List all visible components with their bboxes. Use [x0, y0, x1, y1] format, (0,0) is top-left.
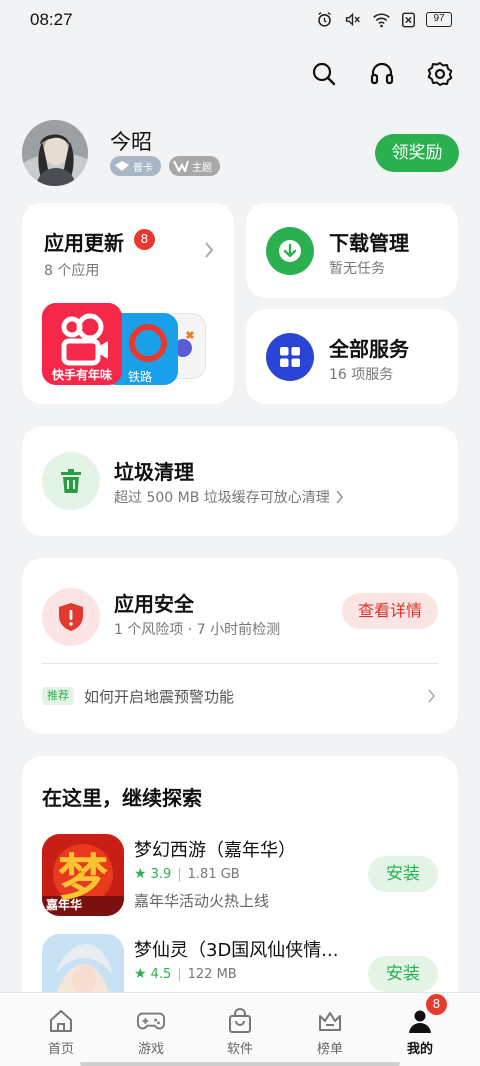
services-subtitle: 16 项服务: [329, 367, 394, 383]
mute-icon: [343, 11, 362, 28]
grid-icon: [266, 333, 314, 381]
membership-label: 普卡: [133, 162, 153, 174]
avatar[interactable]: [22, 120, 88, 186]
download-manager-card[interactable]: 下载管理 暂无任务: [246, 203, 458, 298]
nav-label: 我的: [406, 1042, 433, 1057]
nav-item-games[interactable]: 游戏: [103, 993, 199, 1066]
railway-label: 铁路: [128, 370, 153, 384]
nav-label: 软件: [226, 1042, 253, 1057]
nav-label: 榜单: [316, 1042, 343, 1057]
chevron-right-icon: [428, 688, 436, 707]
cleanup-card[interactable]: 垃圾清理 超过 500 MB 垃圾缓存可放心清理: [22, 426, 458, 536]
nav-item-rankings[interactable]: 榜单: [282, 993, 378, 1066]
search-icon[interactable]: [310, 60, 338, 88]
nav-badge: 8: [426, 994, 447, 1015]
security-title: 应用安全: [114, 592, 194, 616]
install-button[interactable]: 安装: [368, 956, 438, 992]
update-app-stack: 铁路 快手有年味: [42, 303, 206, 388]
badges: 普卡 主题: [110, 156, 220, 176]
star-icon: ★: [134, 966, 147, 982]
nav-item-mine[interactable]: 8 我的: [372, 993, 468, 1066]
game-name: 梦幻西游（嘉年华）: [134, 840, 296, 861]
sim-off-icon: [401, 12, 416, 28]
game-icon-caption: 嘉年华: [46, 898, 83, 912]
top-actions: [310, 60, 454, 88]
recommend-text: 如何开启地震预警功能: [84, 688, 235, 706]
membership-badge[interactable]: 普卡: [110, 156, 161, 176]
trash-icon: [42, 452, 100, 510]
bag-icon: [226, 1007, 254, 1035]
game-size: 122 MB: [187, 966, 237, 982]
nav-item-home[interactable]: 首页: [13, 993, 109, 1066]
star-icon: ★: [134, 866, 147, 882]
app-update-subtitle: 8 个应用: [44, 263, 100, 279]
game-description: 嘉年华活动火热上线: [134, 892, 270, 910]
cleanup-subtitle-row: 超过 500 MB 垃圾缓存可放心清理: [114, 487, 344, 507]
game-icon-menghuan: 梦 嘉年华: [42, 834, 124, 916]
status-time: 08:27: [30, 10, 73, 29]
crown-icon: [316, 1007, 344, 1035]
profile-section: 今昭 普卡 主题 领奖励: [22, 120, 462, 188]
recommend-tip-row[interactable]: 推荐 如何开启地震预警功能: [42, 684, 438, 708]
alarm-icon: [316, 11, 333, 28]
view-details-button[interactable]: 查看详情: [342, 593, 438, 629]
game-meta: ★ 4.5 | 122 MB: [134, 966, 237, 982]
gear-icon[interactable]: [426, 60, 454, 88]
recommend-tag: 推荐: [42, 687, 74, 705]
explore-card: 在这里，继续探索 梦 嘉年华 梦幻西游（嘉年华） ★ 3.9 | 1.81 GB…: [22, 756, 458, 1016]
cleanup-title: 垃圾清理: [114, 460, 194, 484]
download-title: 下载管理: [329, 231, 409, 255]
app-update-title: 应用更新: [44, 231, 124, 255]
all-services-card[interactable]: 全部服务 16 项服务: [246, 309, 458, 404]
nav-label: 游戏: [137, 1042, 164, 1057]
nav-label: 首页: [47, 1042, 74, 1057]
security-subtitle: 1 个风险项 · 7 小时前检测: [114, 622, 281, 638]
home-indicator: [80, 1062, 400, 1066]
explore-title: 在这里，继续探索: [42, 786, 202, 810]
claim-reward-button[interactable]: 领奖励: [375, 134, 459, 172]
app-update-card[interactable]: 应用更新 8 8 个应用 铁路 快手有年味: [22, 203, 234, 404]
theme-label: 主题: [192, 162, 212, 174]
bottom-nav: 首页 游戏 软件 榜单 8 我的: [0, 992, 480, 1066]
divider: [42, 663, 438, 664]
game-rating: 4.5: [150, 966, 172, 982]
update-count-badge: 8: [134, 229, 155, 250]
battery-icon: 97: [426, 12, 452, 27]
status-bar: 08:27 97: [0, 0, 480, 42]
separator: |: [177, 966, 182, 982]
game-name: 梦仙灵（3D国风仙侠情...: [134, 940, 339, 961]
game-size: 1.81 GB: [187, 866, 240, 882]
chevron-right-icon: [204, 241, 214, 263]
services-title: 全部服务: [329, 337, 409, 361]
chevron-right-icon: [336, 490, 343, 504]
user-name: 今昭: [110, 130, 152, 154]
status-icons: 97: [316, 11, 452, 28]
app-icon-kuaishou: 快手有年味: [42, 303, 122, 385]
shield-alert-icon: [42, 588, 100, 646]
game-rating: 3.9: [150, 866, 172, 882]
game-meta: ★ 3.9 | 1.81 GB: [134, 866, 240, 882]
app-security-card[interactable]: 应用安全 1 个风险项 · 7 小时前检测 查看详情 推荐 如何开启地震预警功能: [22, 558, 458, 734]
gamepad-icon: [137, 1007, 165, 1035]
theme-badge[interactable]: 主题: [169, 156, 220, 176]
cleanup-subtitle: 超过 500 MB 垃圾缓存可放心清理: [114, 490, 330, 506]
download-subtitle: 暂无任务: [329, 261, 385, 277]
list-item[interactable]: 梦 嘉年华 梦幻西游（嘉年华） ★ 3.9 | 1.81 GB 嘉年华活动火热上…: [42, 834, 438, 916]
home-icon: [47, 1007, 75, 1035]
nav-item-apps[interactable]: 软件: [192, 993, 288, 1066]
download-icon: [266, 227, 314, 275]
install-button[interactable]: 安装: [368, 856, 438, 892]
kuaishou-banner: 快手有年味: [51, 368, 112, 382]
separator: |: [177, 866, 182, 882]
headset-icon[interactable]: [368, 60, 396, 88]
wifi-icon: [372, 12, 391, 28]
